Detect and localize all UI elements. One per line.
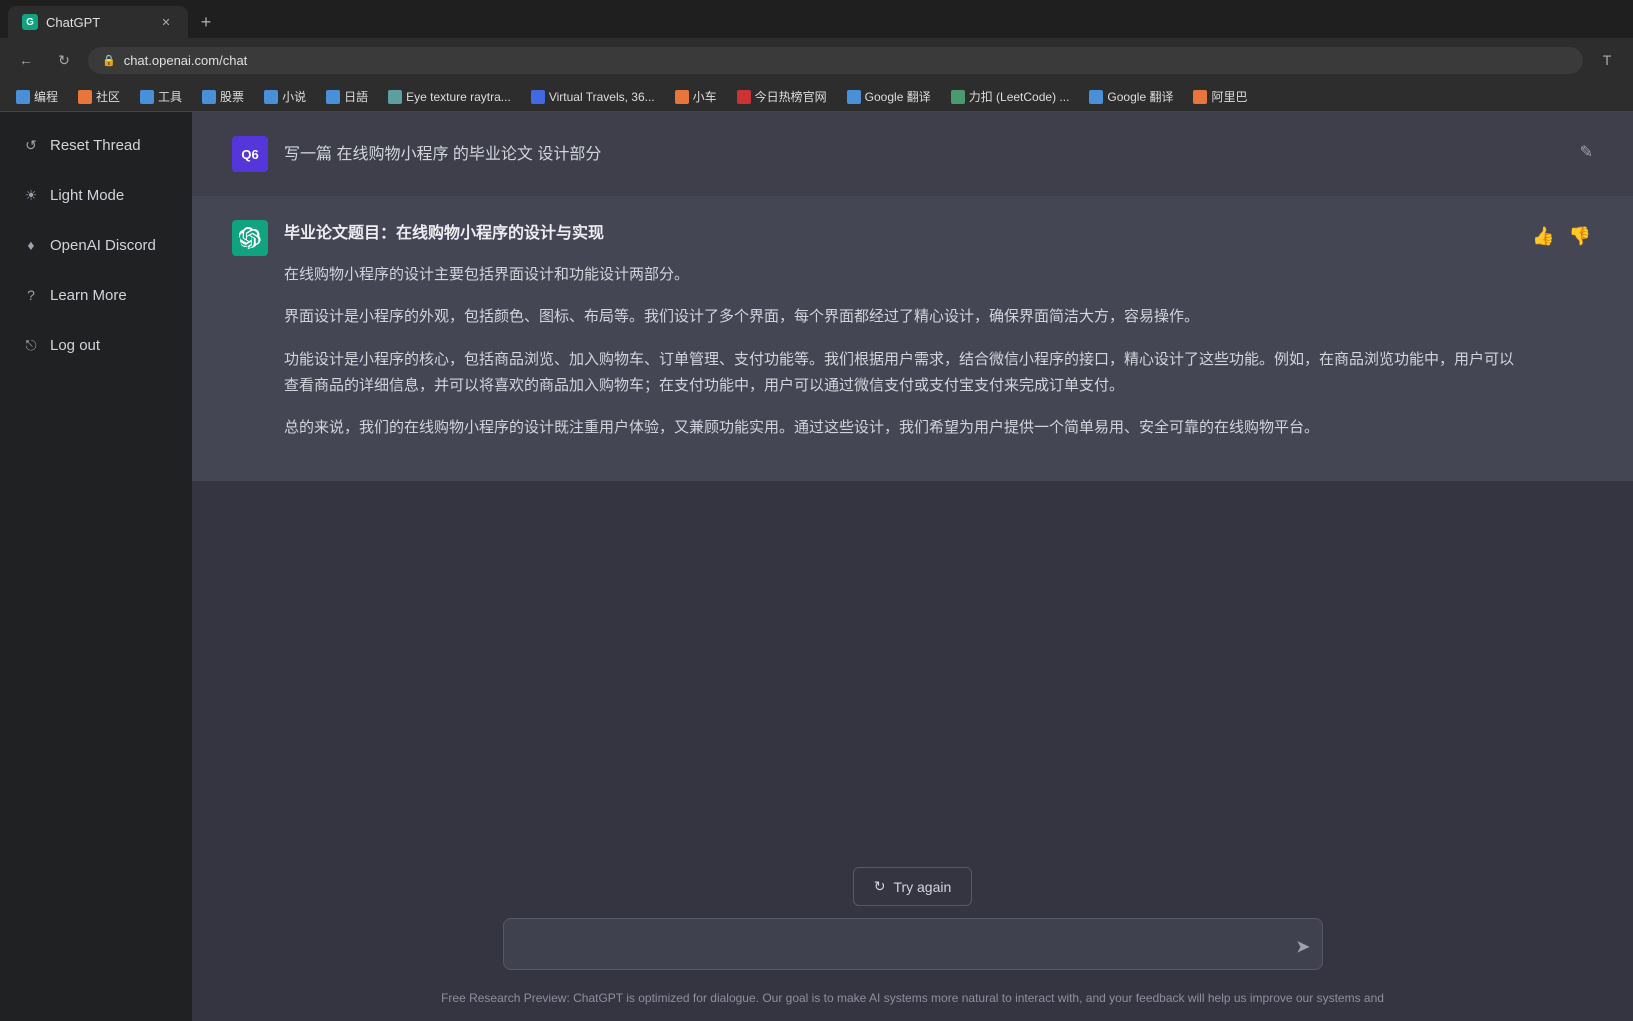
bookmark-label: 社区 xyxy=(96,88,120,105)
bookmark-icon xyxy=(264,90,278,104)
sidebar-item-openai-discord[interactable]: ♦ OpenAI Discord xyxy=(6,222,186,268)
answer-title: 毕业论文题目：在线购物小程序的设计与实现 xyxy=(284,220,1514,248)
bookmark-icon xyxy=(140,90,154,104)
chatgpt-avatar xyxy=(232,220,268,256)
bookmark-item[interactable]: 今日热榜官网 xyxy=(729,86,835,107)
active-tab[interactable]: G ChatGPT ✕ xyxy=(8,6,188,38)
bookmark-label: Virtual Travels, 36... xyxy=(549,90,655,104)
bookmark-label: 今日热榜官网 xyxy=(755,88,827,105)
bookmark-icon xyxy=(202,90,216,104)
retry-icon: ↻ xyxy=(874,878,886,895)
url-bar[interactable]: 🔒 chat.openai.com/chat xyxy=(88,47,1583,74)
lock-icon: 🔒 xyxy=(102,54,116,67)
bookmark-label: 股票 xyxy=(220,88,244,105)
bookmark-label: 工具 xyxy=(158,88,182,105)
sidebar-item-light-mode[interactable]: ☀ Light Mode xyxy=(6,172,186,218)
bookmark-icon xyxy=(388,90,402,104)
bookmark-label: Google 翻译 xyxy=(865,88,931,105)
input-area: ➤ xyxy=(503,918,1323,975)
openai-discord-icon: ♦ xyxy=(22,236,40,254)
bookmark-item[interactable]: 小说 xyxy=(256,86,314,107)
answer-para-2: 界面设计是小程序的外观，包括颜色、图标、布局等。我们设计了多个界面，每个界面都经… xyxy=(284,304,1514,330)
bookmark-icon xyxy=(847,90,861,104)
bookmark-item[interactable]: 力扣 (LeetCode) ... xyxy=(943,86,1078,107)
bookmark-icon xyxy=(1193,90,1207,104)
bookmark-label: 编程 xyxy=(34,88,58,105)
bookmark-item[interactable]: Virtual Travels, 36... xyxy=(523,88,663,106)
answer-para-3: 功能设计是小程序的核心，包括商品浏览、加入购物车、订单管理、支付功能等。我们根据… xyxy=(284,347,1514,400)
bookmark-icon xyxy=(78,90,92,104)
tab-bar: G ChatGPT ✕ + xyxy=(0,0,1633,38)
tab-close-button[interactable]: ✕ xyxy=(158,14,174,30)
chat-input[interactable] xyxy=(503,918,1323,970)
sidebar: ↺ Reset Thread ☀ Light Mode ♦ OpenAI Discord?… xyxy=(0,112,192,1021)
sidebar-item-learn-more[interactable]: ? Learn More xyxy=(6,272,186,318)
answer-content: 毕业论文题目：在线购物小程序的设计与实现 在线购物小程序的设计主要包括界面设计和… xyxy=(284,220,1514,457)
bookmark-icon xyxy=(531,90,545,104)
tab-favicon: G xyxy=(22,14,38,30)
try-again-button[interactable]: ↻ Try again xyxy=(853,867,973,906)
address-bar: ← ↻ 🔒 chat.openai.com/chat T xyxy=(0,38,1633,82)
answer-para-1: 在线购物小程序的设计主要包括界面设计和功能设计两部分。 xyxy=(284,262,1514,288)
bookmark-item[interactable]: 阿里巴 xyxy=(1185,86,1255,107)
new-tab-button[interactable]: + xyxy=(192,8,220,36)
bookmark-label: 小车 xyxy=(693,88,717,105)
bottom-area: ↻ Try again ➤ Free Research Preview: Cha… xyxy=(192,851,1633,1021)
app-layout: ↺ Reset Thread ☀ Light Mode ♦ OpenAI Discord?… xyxy=(0,112,1633,1021)
light-mode-icon: ☀ xyxy=(22,186,40,204)
bookmark-icon xyxy=(675,90,689,104)
send-button[interactable]: ➤ xyxy=(1295,936,1310,957)
question-text: 写一篇 在线购物小程序 的毕业论文 设计部分 xyxy=(284,136,1564,168)
url-text: chat.openai.com/chat xyxy=(124,53,248,68)
light-mode-label: Light Mode xyxy=(50,187,124,204)
learn-more-icon: ? xyxy=(22,286,40,304)
bookmark-item[interactable]: Eye texture raytra... xyxy=(380,88,519,106)
try-again-label: Try again xyxy=(893,879,951,895)
feedback-buttons: 👍 👎 xyxy=(1530,220,1593,249)
tab-title: ChatGPT xyxy=(46,15,100,30)
answer-para-4: 总的来说，我们的在线购物小程序的设计既注重用户体验，又兼顾功能实用。通过这些设计… xyxy=(284,415,1514,441)
bookmark-label: Eye texture raytra... xyxy=(406,90,511,104)
bookmark-item[interactable]: Google 翻译 xyxy=(1081,86,1181,107)
reset-thread-label: Reset Thread xyxy=(50,137,141,154)
openai-discord-label: OpenAI Discord xyxy=(50,237,156,254)
bookmark-item[interactable]: 股票 xyxy=(194,86,252,107)
log-out-icon: ⎋ xyxy=(22,336,40,354)
translate-button[interactable]: T xyxy=(1593,46,1621,74)
bookmark-icon xyxy=(1089,90,1103,104)
sidebar-item-log-out[interactable]: ⎋ Log out xyxy=(6,322,186,368)
bookmark-icon xyxy=(737,90,751,104)
bookmark-label: 阿里巴 xyxy=(1211,88,1247,105)
reset-thread-icon: ↺ xyxy=(22,136,40,154)
bookmark-label: Google 翻译 xyxy=(1107,88,1173,105)
bookmark-item[interactable]: Google 翻译 xyxy=(839,86,939,107)
bookmark-label: 力扣 (LeetCode) ... xyxy=(969,88,1070,105)
bookmark-item[interactable]: 小车 xyxy=(667,86,725,107)
disclaimer-text: Free Research Preview: ChatGPT is optimi… xyxy=(441,987,1384,1013)
log-out-label: Log out xyxy=(50,337,100,354)
question-block: Q6 写一篇 在线购物小程序 的毕业论文 设计部分 ✎ xyxy=(192,112,1633,196)
bookmark-icon xyxy=(16,90,30,104)
edit-button[interactable]: ✎ xyxy=(1580,136,1593,162)
bookmark-item[interactable]: 工具 xyxy=(132,86,190,107)
chat-area: Q6 写一篇 在线购物小程序 的毕业论文 设计部分 ✎ 毕业论文题目：在线购物小… xyxy=(192,112,1633,851)
answer-block: 毕业论文题目：在线购物小程序的设计与实现 在线购物小程序的设计主要包括界面设计和… xyxy=(192,196,1633,481)
thumbup-button[interactable]: 👍 xyxy=(1530,224,1556,249)
bookmark-item[interactable]: 日語 xyxy=(318,86,376,107)
bookmark-icon xyxy=(326,90,340,104)
thumbdown-button[interactable]: 👎 xyxy=(1567,224,1593,249)
bookmark-label: 日語 xyxy=(344,88,368,105)
bookmark-item[interactable]: 编程 xyxy=(8,86,66,107)
browser-chrome: G ChatGPT ✕ + ← ↻ 🔒 chat.openai.com/chat… xyxy=(0,0,1633,112)
learn-more-label: Learn More xyxy=(50,287,127,304)
user-avatar: Q6 xyxy=(232,136,268,172)
refresh-button[interactable]: ↻ xyxy=(50,46,78,74)
bookmarks-bar: 编程 社区 工具 股票 小说 日語 Eye texture raytra... Virtual… xyxy=(0,82,1633,112)
sidebar-item-reset-thread[interactable]: ↺ Reset Thread xyxy=(6,122,186,168)
main-content: Q6 写一篇 在线购物小程序 的毕业论文 设计部分 ✎ 毕业论文题目：在线购物小… xyxy=(192,112,1633,1021)
bookmark-icon xyxy=(951,90,965,104)
bookmark-label: 小说 xyxy=(282,88,306,105)
back-button[interactable]: ← xyxy=(12,46,40,74)
bookmark-item[interactable]: 社区 xyxy=(70,86,128,107)
